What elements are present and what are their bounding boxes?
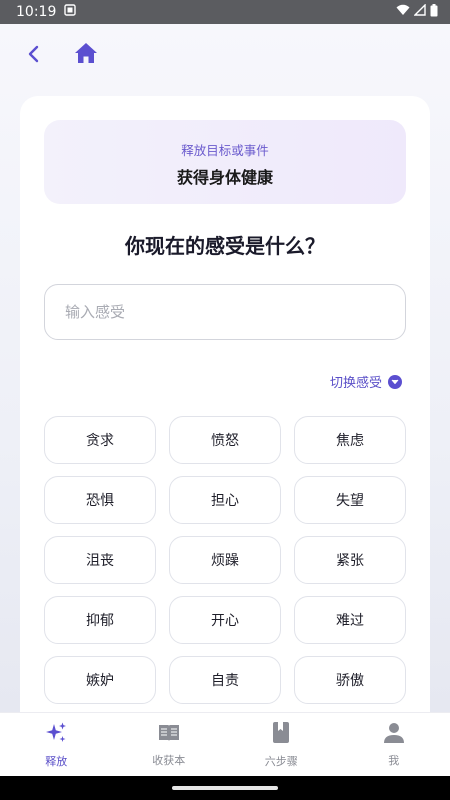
chevron-left-icon xyxy=(27,45,41,67)
screenshot-notification-icon xyxy=(64,4,77,20)
home-button[interactable] xyxy=(73,42,99,68)
open-book-icon xyxy=(157,722,181,748)
home-icon xyxy=(74,42,98,68)
feeling-chip[interactable]: 难过 xyxy=(294,596,406,644)
feeling-chip[interactable]: 焦虑 xyxy=(294,416,406,464)
status-bar: 10:19 xyxy=(0,0,450,24)
feeling-chip[interactable]: 抑郁 xyxy=(44,596,156,644)
chevron-down-icon xyxy=(388,374,402,389)
signal-icon xyxy=(413,3,426,20)
bookmark-book-icon xyxy=(271,721,291,749)
feeling-input[interactable] xyxy=(44,284,406,340)
tab-harvest-book[interactable]: 收获本 xyxy=(113,713,226,776)
target-panel: 释放目标或事件 获得身体健康 xyxy=(44,120,406,204)
feeling-chip[interactable]: 恐惧 xyxy=(44,476,156,524)
switch-feeling-label: 切换感受 xyxy=(329,376,382,391)
feeling-chip[interactable]: 贪求 xyxy=(44,416,156,464)
feeling-chip[interactable]: 担心 xyxy=(169,476,281,524)
target-title: 获得身体健康 xyxy=(176,168,273,187)
wifi-icon xyxy=(396,4,410,20)
tab-me[interactable]: 我 xyxy=(338,713,450,776)
tab-release[interactable]: 释放 xyxy=(0,713,113,776)
feeling-chip[interactable]: 愤怒 xyxy=(169,416,281,464)
sparkle-icon xyxy=(44,721,68,749)
tab-six-steps-label: 六步骤 xyxy=(264,754,298,768)
system-nav-bar xyxy=(0,776,450,800)
tab-harvest-book-label: 收获本 xyxy=(152,753,186,767)
battery-icon xyxy=(430,3,438,21)
top-nav xyxy=(0,24,450,88)
feeling-chip[interactable]: 紧张 xyxy=(294,536,406,584)
switch-feeling-button[interactable]: 切换感受 xyxy=(330,372,402,391)
feeling-chip[interactable]: 失望 xyxy=(294,476,406,524)
feeling-chip[interactable]: 烦躁 xyxy=(169,536,281,584)
status-time: 10:19 xyxy=(16,4,57,20)
tab-me-label: 我 xyxy=(388,753,400,767)
feeling-grid: 贪求 愤怒 焦虑 恐惧 担心 失望 沮丧 烦躁 紧张 抑郁 开心 难过 嫉妒 自… xyxy=(44,416,406,704)
question-heading: 你现在的感受是什么？ xyxy=(125,234,325,258)
bottom-nav: 释放 收获本 六步骤 我 xyxy=(0,712,450,776)
feeling-chip[interactable]: 骄傲 xyxy=(294,656,406,704)
tab-six-steps[interactable]: 六步骤 xyxy=(225,713,338,776)
main-card: 释放目标或事件 获得身体健康 你现在的感受是什么？ 切换感受 贪求 愤怒 焦虑 … xyxy=(20,96,430,736)
tab-release-label: 释放 xyxy=(45,754,68,768)
back-button[interactable] xyxy=(22,44,46,68)
feeling-chip[interactable]: 沮丧 xyxy=(44,536,156,584)
feeling-chip[interactable]: 开心 xyxy=(169,596,281,644)
feeling-chip[interactable]: 自责 xyxy=(169,656,281,704)
person-icon xyxy=(383,722,405,748)
feeling-chip[interactable]: 嫉妒 xyxy=(44,656,156,704)
target-label: 释放目标或事件 xyxy=(181,143,269,158)
home-gesture-handle[interactable] xyxy=(172,786,278,790)
